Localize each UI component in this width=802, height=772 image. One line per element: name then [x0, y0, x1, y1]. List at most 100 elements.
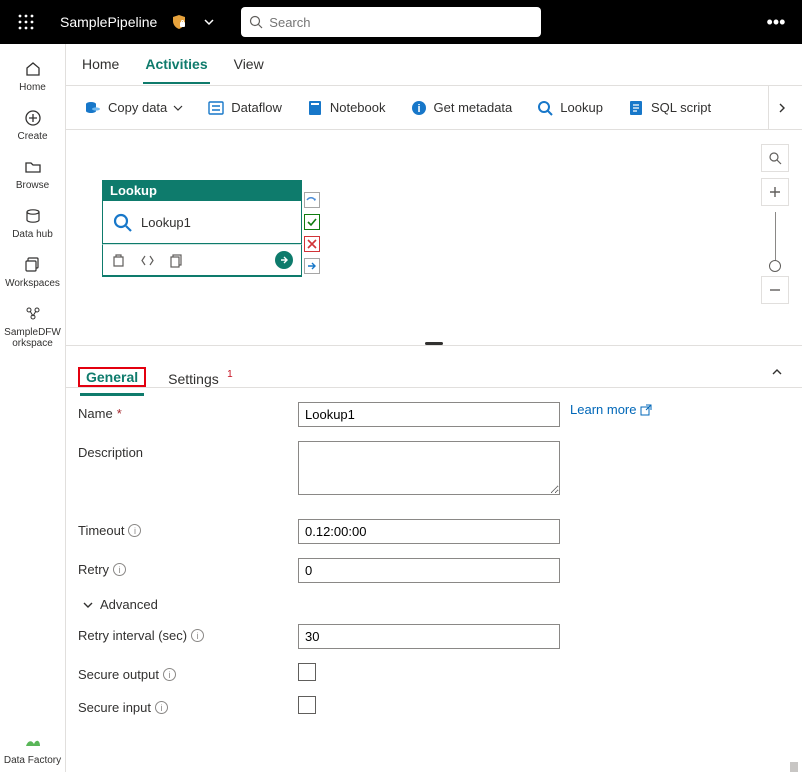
- retry-interval-input[interactable]: [298, 624, 560, 649]
- info-icon[interactable]: i: [163, 668, 176, 681]
- zoom-knob[interactable]: [769, 260, 781, 272]
- delete-icon[interactable]: [111, 253, 126, 268]
- toolbar-get-metadata[interactable]: i Get metadata: [400, 93, 523, 123]
- toolbar-dataflow-label: Dataflow: [231, 100, 282, 115]
- sql-icon: [627, 99, 645, 117]
- title-dropdown-icon[interactable]: [197, 16, 221, 28]
- toolbar-lookup-label: Lookup: [560, 100, 603, 115]
- required-indicator: *: [117, 406, 122, 421]
- nav-create[interactable]: Create: [3, 101, 63, 148]
- name-label: Name: [78, 406, 113, 421]
- chevron-down-icon: [82, 599, 94, 611]
- status-fail-icon[interactable]: [304, 236, 320, 252]
- lookup-icon: [536, 99, 554, 117]
- canvas-zoom-controls: [760, 144, 790, 310]
- search-input[interactable]: [269, 15, 533, 30]
- learn-more-link[interactable]: Learn more: [570, 402, 652, 417]
- status-completion-icon[interactable]: [304, 258, 320, 274]
- nav-browse[interactable]: Browse: [3, 150, 63, 197]
- pipeline-canvas[interactable]: Lookup Lookup1: [66, 130, 802, 346]
- toolbar-notebook[interactable]: Notebook: [296, 93, 396, 123]
- name-input[interactable]: [298, 402, 560, 427]
- svg-text:i: i: [417, 103, 420, 115]
- nav-sample-workspace-label: SampleDFWorkspace: [3, 327, 63, 349]
- data-factory-icon: [22, 731, 44, 753]
- nav-sample-workspace[interactable]: SampleDFWorkspace: [3, 297, 63, 355]
- copy-data-icon: [84, 99, 102, 117]
- properties-panel: General Settings 1 Name * Learn more Des…: [66, 346, 802, 772]
- zoom-slider[interactable]: [775, 212, 776, 266]
- run-icon[interactable]: [275, 251, 293, 269]
- toolbar-get-metadata-label: Get metadata: [434, 100, 513, 115]
- app-launcher-icon[interactable]: [6, 2, 46, 42]
- description-label: Description: [78, 445, 143, 460]
- dataflow-icon: [207, 99, 225, 117]
- code-icon[interactable]: [140, 253, 155, 268]
- status-skip-icon[interactable]: [304, 192, 320, 208]
- tab-view[interactable]: View: [232, 46, 266, 84]
- info-icon: i: [410, 99, 428, 117]
- secure-output-label: Secure output: [78, 667, 159, 682]
- zoom-fit-icon[interactable]: [761, 144, 789, 172]
- retry-label: Retry: [78, 562, 109, 577]
- advanced-toggle[interactable]: Advanced: [82, 597, 782, 612]
- activity-node-type: Lookup: [102, 180, 302, 201]
- timeout-label: Timeout: [78, 523, 124, 538]
- info-icon[interactable]: i: [128, 524, 141, 537]
- search-box[interactable]: [241, 7, 541, 37]
- workspace-item-icon: [22, 303, 44, 325]
- retry-interval-label: Retry interval (sec): [78, 628, 187, 643]
- external-link-icon: [640, 404, 652, 416]
- toolbar-sql-script[interactable]: SQL script: [617, 93, 721, 123]
- nav-datahub[interactable]: Data hub: [3, 199, 63, 246]
- left-nav: Home Create Browse Data hub Workspaces S…: [0, 44, 66, 772]
- toolbar-notebook-label: Notebook: [330, 100, 386, 115]
- node-status-icons: [304, 192, 320, 274]
- toolbar-copy-data[interactable]: Copy data: [74, 93, 193, 123]
- secure-output-checkbox[interactable]: [298, 663, 316, 681]
- scrollbar[interactable]: [790, 388, 798, 772]
- top-bar: SamplePipeline •••: [0, 0, 802, 44]
- nav-browse-label: Browse: [16, 180, 49, 191]
- nav-data-factory-label: Data Factory: [4, 755, 61, 766]
- nav-workspaces[interactable]: Workspaces: [3, 248, 63, 295]
- notebook-icon: [306, 99, 324, 117]
- secure-input-checkbox[interactable]: [298, 696, 316, 714]
- workspaces-icon: [22, 254, 44, 276]
- nav-data-factory[interactable]: Data Factory: [3, 725, 63, 772]
- sensitivity-icon[interactable]: [169, 12, 189, 32]
- toolbar-copy-data-label: Copy data: [108, 100, 167, 115]
- tab-home[interactable]: Home: [80, 46, 121, 84]
- description-input[interactable]: [298, 441, 560, 495]
- timeout-input[interactable]: [298, 519, 560, 544]
- tab-activities[interactable]: Activities: [143, 46, 209, 84]
- toolbar-lookup[interactable]: Lookup: [526, 93, 613, 123]
- activities-toolbar: Copy data Dataflow Notebook i Get metada…: [66, 86, 802, 130]
- toolbar-overflow-icon[interactable]: [768, 86, 794, 129]
- folder-icon: [22, 156, 44, 178]
- database-icon: [22, 205, 44, 227]
- status-success-icon[interactable]: [304, 214, 320, 230]
- info-icon[interactable]: i: [191, 629, 204, 642]
- copy-icon[interactable]: [169, 253, 184, 268]
- toolbar-sql-script-label: SQL script: [651, 100, 711, 115]
- nav-home[interactable]: Home: [3, 52, 63, 99]
- page-tabs: Home Activities View: [66, 44, 802, 86]
- settings-badge: 1: [227, 369, 233, 380]
- lookup-icon: [111, 211, 133, 233]
- zoom-out-icon[interactable]: [761, 276, 789, 304]
- zoom-in-icon[interactable]: [761, 178, 789, 206]
- info-icon[interactable]: i: [155, 701, 168, 714]
- nav-datahub-label: Data hub: [12, 229, 53, 240]
- info-icon[interactable]: i: [113, 563, 126, 576]
- activity-node-name: Lookup1: [141, 215, 191, 230]
- topbar-more-icon[interactable]: •••: [756, 12, 796, 33]
- toolbar-dataflow[interactable]: Dataflow: [197, 93, 292, 123]
- retry-input[interactable]: [298, 558, 560, 583]
- panel-tabs: General Settings 1: [66, 346, 802, 388]
- chevron-down-icon: [173, 103, 183, 113]
- home-icon: [22, 58, 44, 80]
- nav-workspaces-label: Workspaces: [5, 278, 60, 289]
- activity-node-lookup[interactable]: Lookup Lookup1: [102, 180, 302, 277]
- panel-collapse-icon[interactable]: [770, 365, 784, 387]
